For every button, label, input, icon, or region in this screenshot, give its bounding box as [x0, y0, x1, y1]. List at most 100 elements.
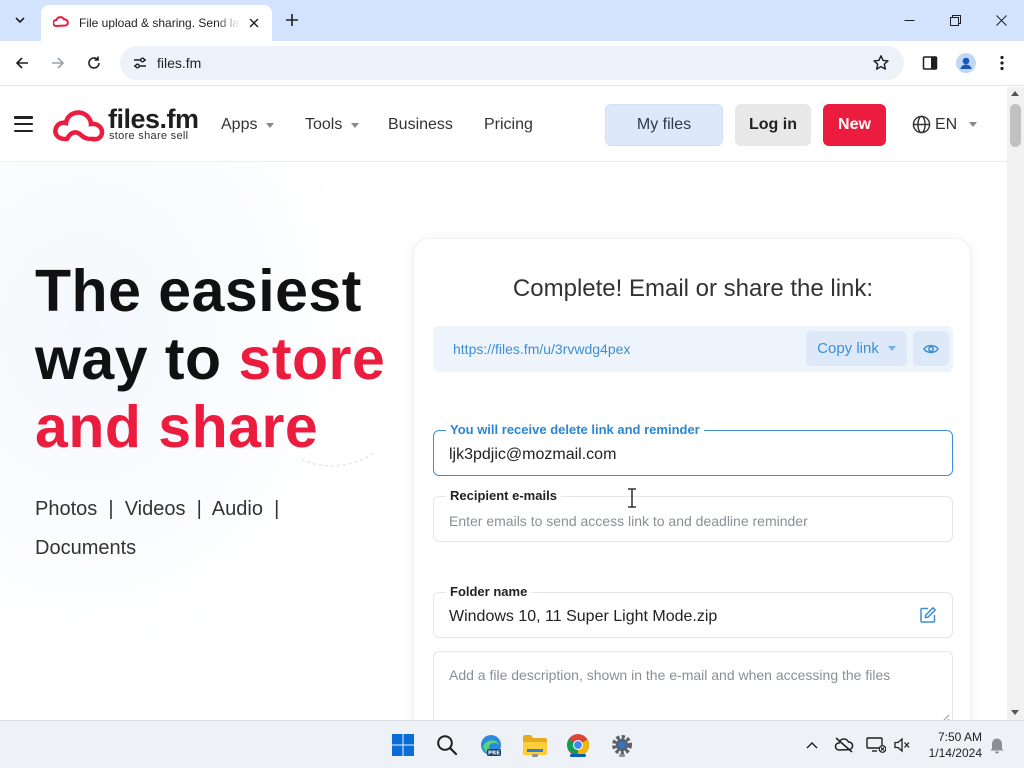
close-window-button[interactable] — [978, 0, 1024, 41]
description-field[interactable]: Add a file description, shown in the e-m… — [433, 651, 953, 720]
folder-name-value[interactable]: Windows 10, 11 Super Light Mode.zip — [449, 608, 717, 626]
site-header: files.fm store share sell Apps Tools Bus… — [0, 87, 1007, 162]
close-tab-icon[interactable] — [246, 15, 262, 31]
edit-icon[interactable] — [919, 606, 937, 624]
address-bar[interactable]: files.fm — [120, 46, 904, 80]
owner-email-label: You will receive delete link and reminde… — [446, 422, 704, 437]
caret-down-icon — [969, 122, 978, 127]
hero-line-1: The easiest — [35, 258, 362, 324]
browser-toolbar: files.fm — [0, 41, 1024, 86]
browser-tab[interactable]: File upload & sharing. Send large files — [41, 5, 272, 41]
folder-name-label: Folder name — [446, 584, 532, 599]
nav-apps[interactable]: Apps — [221, 116, 275, 134]
taskbar-search-button[interactable] — [432, 730, 462, 760]
scrollbar-thumb[interactable] — [1010, 104, 1021, 147]
hero-accent-store: store — [238, 326, 386, 392]
svg-text:PRE: PRE — [488, 751, 500, 757]
eye-icon — [923, 344, 939, 353]
share-link[interactable]: https://files.fm/u/3rvwdg4pex — [453, 341, 630, 357]
onedrive-tray-icon[interactable] — [834, 735, 854, 755]
taskbar-edge-pre-button[interactable]: PRE — [476, 730, 506, 760]
profile-button[interactable] — [952, 49, 980, 77]
new-button[interactable]: New — [823, 104, 886, 146]
taskbar-file-explorer-button[interactable] — [520, 730, 550, 760]
nav-business[interactable]: Business — [388, 116, 453, 134]
side-panel-button[interactable] — [916, 49, 944, 77]
site-info-icon[interactable] — [128, 51, 152, 75]
share-link-bar: https://files.fm/u/3rvwdg4pex Copy link — [433, 326, 953, 372]
forward-button[interactable] — [44, 49, 72, 77]
browser-tab-bar: File upload & sharing. Send large files — [0, 0, 1024, 41]
text-cursor-icon — [628, 488, 636, 508]
notifications-button[interactable] — [987, 735, 1007, 755]
taskbar-settings-button[interactable] — [607, 730, 637, 760]
new-tab-button[interactable] — [280, 8, 304, 32]
system-clock[interactable]: 7:50 AM 1/14/2024 — [916, 729, 982, 761]
globe-icon — [912, 115, 931, 134]
log-in-button[interactable]: Log in — [735, 104, 811, 146]
restore-icon — [949, 15, 961, 26]
taskbar-chrome-button[interactable] — [563, 730, 593, 760]
start-button[interactable] — [388, 730, 418, 760]
page-scrollbar[interactable] — [1007, 87, 1024, 720]
plus-icon — [286, 14, 298, 26]
folder-icon — [523, 735, 547, 755]
edge-browser-icon: PRE — [481, 735, 501, 757]
minimize-button[interactable] — [886, 0, 932, 41]
owner-email-value[interactable]: ljk3pdjic@mozmail.com — [449, 446, 616, 464]
network-tray-icon[interactable] — [866, 735, 886, 755]
nav-pricing-label: Pricing — [484, 116, 533, 133]
clock-date: 1/14/2024 — [928, 746, 982, 760]
preview-link-button[interactable] — [913, 331, 949, 366]
reload-icon — [88, 56, 100, 69]
clock-time: 7:50 AM — [937, 730, 982, 744]
decorative-curve — [301, 452, 375, 467]
nav-tools[interactable]: Tools — [305, 116, 360, 134]
side-panel-icon — [922, 56, 938, 70]
back-button[interactable] — [8, 49, 36, 77]
windows-taskbar: PRE 7:50 AM 1/14/2024 — [0, 720, 1024, 768]
tab-search-button[interactable] — [8, 8, 32, 32]
web-page: files.fm store share sell Apps Tools Bus… — [0, 87, 1007, 720]
files-fm-favicon-icon — [53, 16, 69, 28]
show-hidden-icons-button[interactable] — [802, 735, 822, 755]
my-files-button[interactable]: My files — [605, 104, 723, 146]
back-arrow-icon — [15, 57, 28, 69]
hamburger-menu-icon[interactable] — [14, 116, 33, 132]
owner-email-field[interactable]: You will receive delete link and reminde… — [433, 422, 953, 476]
volume-tray-icon[interactable] — [892, 735, 912, 755]
scroll-down-arrow-icon[interactable] — [1011, 710, 1019, 715]
copy-link-button[interactable]: Copy link — [806, 331, 907, 366]
forward-arrow-icon — [52, 57, 65, 69]
copy-link-label: Copy link — [817, 340, 879, 357]
hero-line-2: way to store — [35, 325, 385, 393]
url-text[interactable]: files.fm — [157, 55, 201, 71]
language-label: EN — [935, 115, 958, 133]
description-textarea[interactable]: Add a file description, shown in the e-m… — [449, 667, 890, 683]
share-card-title: Complete! Email or share the link: — [512, 275, 874, 302]
recipient-emails-input[interactable]: Enter emails to send access link to and … — [449, 513, 808, 529]
bookmark-star-icon[interactable] — [870, 52, 892, 74]
folder-name-field[interactable]: Folder name Windows 10, 11 Super Light M… — [433, 584, 953, 638]
caret-down-icon — [266, 122, 275, 128]
reload-button[interactable] — [80, 49, 108, 77]
chevron-down-icon — [15, 17, 25, 24]
restore-button[interactable] — [932, 0, 978, 41]
scroll-up-arrow-icon[interactable] — [1011, 91, 1019, 96]
nav-pricing[interactable]: Pricing — [484, 116, 533, 134]
hero-line-2-prefix: way to — [35, 326, 239, 392]
share-card: Complete! Email or share the link: https… — [413, 238, 971, 720]
recipient-emails-field[interactable]: Recipient e-mails Enter emails to send a… — [433, 488, 953, 542]
caret-down-icon — [351, 122, 360, 128]
browser-menu-button[interactable] — [988, 49, 1016, 77]
files-fm-logo[interactable]: files.fm store share sell — [53, 104, 203, 147]
categories-line-2: Documents — [35, 537, 137, 559]
minimize-icon — [904, 20, 914, 21]
chevron-up-icon — [806, 742, 818, 749]
recipient-emails-label: Recipient e-mails — [446, 488, 561, 503]
running-indicator — [532, 754, 538, 757]
windows-logo-icon — [392, 734, 414, 756]
close-icon — [995, 15, 1007, 26]
language-selector[interactable]: EN — [912, 115, 978, 134]
running-indicator — [619, 754, 625, 757]
